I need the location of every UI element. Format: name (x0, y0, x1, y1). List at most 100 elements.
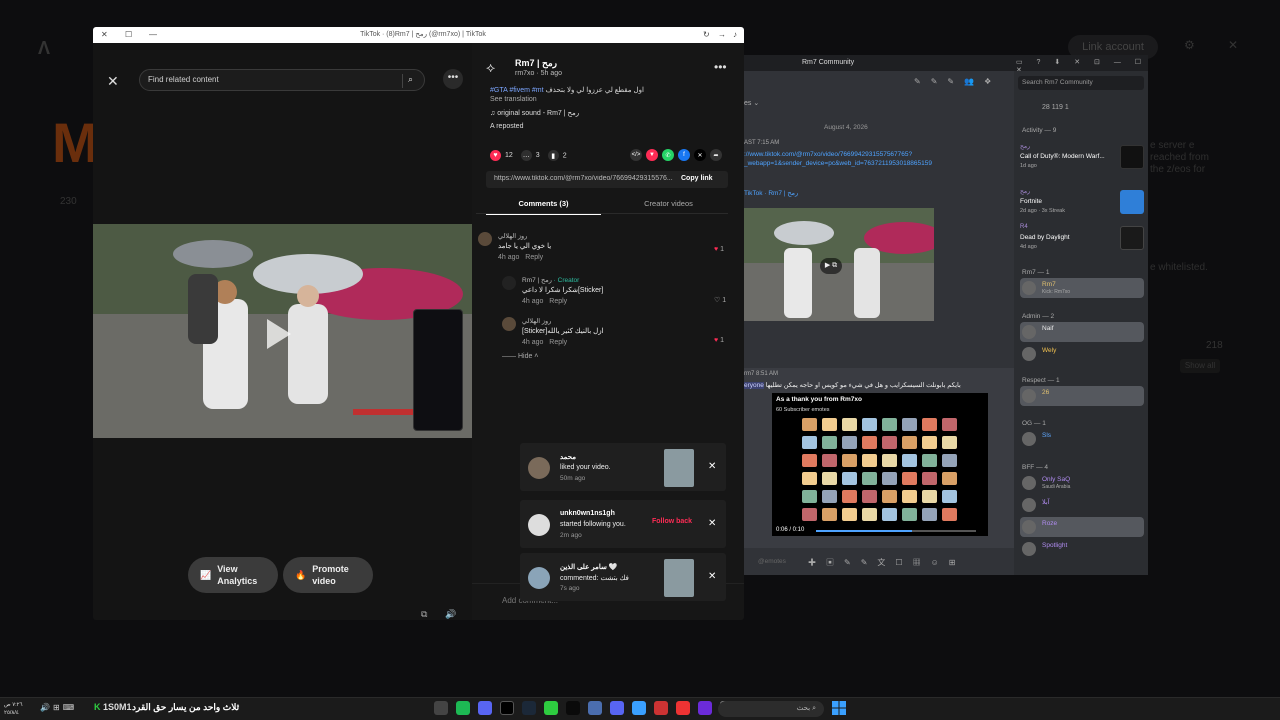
video-thumbnail[interactable] (664, 559, 694, 597)
close-icon[interactable]: ✕ (708, 518, 716, 529)
avatar[interactable] (502, 317, 516, 331)
comment-author[interactable]: روز الهلالي (498, 232, 527, 240)
news-widget[interactable]: ثلاث واحد من يسار حق القرد (132, 702, 239, 713)
chevron-down-icon[interactable]: es ⌄ (744, 99, 759, 107)
app-icon[interactable] (544, 701, 558, 715)
volume-icon[interactable]: 🔊 (445, 609, 456, 620)
tiktok-share-icon[interactable]: ▼ (646, 149, 658, 161)
see-translation-link[interactable]: See translation (490, 96, 537, 103)
member-item[interactable]: Only SaQ Saudi Arabia (1020, 473, 1144, 493)
message-link[interactable]: ://www.tiktok.com/@rm7xo/video/766994293… (744, 150, 994, 168)
like-button[interactable]: ♥ 12 (490, 150, 513, 161)
view-analytics-button[interactable]: 📈 View Analytics (188, 557, 278, 593)
comment-author[interactable]: روز الهلالي (522, 317, 551, 325)
tab-comments[interactable]: Comments (3) (486, 199, 601, 215)
sound-link[interactable]: ♫ original sound - Rm7 | رمح (490, 109, 579, 117)
whatsapp-icon[interactable]: ✆ (662, 149, 674, 161)
close-icon[interactable]: ✕ (107, 73, 119, 90)
windows-start-icon[interactable] (832, 701, 846, 715)
promote-video-button[interactable]: 🔥 Promote video (283, 557, 373, 593)
app-icon[interactable] (654, 701, 668, 715)
member-item[interactable]: Spotlight (1020, 539, 1144, 559)
minimize-icon[interactable]: — (149, 30, 157, 39)
activity-item[interactable]: رمح Fortnite 2d ago · 3x Streak (1020, 188, 1144, 228)
reply-button[interactable]: Reply (525, 254, 543, 261)
avatar[interactable] (502, 276, 516, 290)
system-tray-icons[interactable]: 🔊⊞⌨ (40, 703, 77, 712)
author-avatar-icon[interactable]: ⟡ (486, 59, 495, 76)
search-bar[interactable]: Find related content ⌕ (139, 69, 425, 91)
maximize-icon[interactable]: ☐ (125, 30, 132, 39)
embed-icon[interactable]: </> (630, 149, 642, 161)
save-button[interactable]: ▮ 2 (547, 150, 567, 161)
embed-title[interactable]: TikTok · Rm7 | رمح (744, 189, 798, 197)
ticker-widget[interactable]: K 1S0M1 (94, 702, 132, 712)
member-item[interactable]: Sls (1020, 429, 1144, 449)
app-icon[interactable] (610, 701, 624, 715)
embed-video[interactable]: ▶ ⧉ (744, 208, 934, 321)
app-icon[interactable] (456, 701, 470, 715)
x-icon[interactable]: ✕ (694, 149, 706, 161)
follow-back-button[interactable]: Follow back (652, 518, 692, 525)
activity-header[interactable]: Activity — 9 (1022, 127, 1056, 134)
app-icon[interactable] (566, 701, 580, 715)
member-item[interactable]: Roze (1020, 517, 1144, 537)
video-player[interactable] (93, 224, 472, 438)
member-item[interactable]: آبلا (1020, 495, 1144, 515)
close-icon[interactable]: ✕ (708, 571, 716, 582)
comment-like[interactable]: ♥ 1 (714, 246, 724, 253)
activity-item[interactable]: R4 Dead by Daylight 4d ago (1020, 224, 1144, 264)
tab-creator-videos[interactable]: Creator videos (611, 199, 726, 208)
app-icon[interactable] (588, 701, 602, 715)
comment-like[interactable]: ♡ 1 (714, 296, 726, 304)
member-item[interactable]: Rm7 Kick: Rm7xo (1020, 278, 1144, 298)
activity-item[interactable]: رمح Call of Duty®: Modern Warf... 1d ago (1020, 143, 1144, 183)
avatar[interactable] (478, 232, 492, 246)
more-options-icon[interactable]: ••• (714, 60, 727, 74)
caption-hashtags[interactable]: #GTA #fivem #mt (490, 87, 544, 94)
copy-link-button[interactable]: Copy link (681, 175, 713, 182)
tiktok-icon[interactable] (500, 701, 514, 715)
share-icon[interactable]: ➦ (710, 149, 722, 161)
app-icon[interactable] (698, 701, 712, 715)
more-options-icon[interactable]: ••• (443, 69, 463, 89)
attached-video[interactable]: As a thank you from Rm7xo 60 Subscriber … (772, 393, 988, 536)
comment-like[interactable]: ♥ 1 (714, 337, 724, 344)
reply-button[interactable]: Reply (549, 298, 567, 305)
taskbar-search[interactable]: بحث ⌕ (718, 701, 824, 717)
app-icon[interactable] (632, 701, 646, 715)
comment-author[interactable]: Rm7 | رمح · Creator (522, 276, 579, 284)
message-input[interactable]: @emotes (758, 558, 786, 565)
video-thumbnail[interactable] (664, 449, 694, 487)
mention-everyone[interactable]: eryone (744, 382, 764, 389)
search-input[interactable]: Search Rm7 Community (1018, 76, 1144, 90)
comment-button[interactable]: … 3 (520, 150, 540, 161)
notification-like[interactable]: محمد liked your video. 50m ago ✕ (520, 443, 726, 491)
play-icon[interactable]: ▶ ⧉ (820, 258, 842, 274)
discord-icon[interactable] (478, 701, 492, 715)
close-icon[interactable]: ✕ (708, 461, 716, 472)
video-progress-bar[interactable] (816, 530, 976, 532)
clock[interactable]: ٧:٢٦ ص ٢٥/٨/٤ (4, 701, 23, 717)
search-icon[interactable]: ⌕ (408, 74, 413, 85)
play-icon[interactable] (267, 319, 291, 349)
close-icon[interactable]: ✕ (1228, 38, 1238, 52)
forward-icon[interactable]: → (718, 30, 726, 39)
input-toolbar-icons[interactable]: ✚▣✎✎文☐▦☺⊞ (808, 557, 965, 568)
reload-icon[interactable]: ↻ (703, 30, 710, 39)
author-name[interactable]: Rm7 | رمح (515, 58, 557, 69)
pip-icon[interactable]: ⧉ (421, 609, 427, 620)
reply-button[interactable]: Reply (549, 339, 567, 346)
gear-icon[interactable]: ⚙ (1184, 38, 1195, 52)
member-item[interactable]: 26 (1020, 386, 1144, 406)
facebook-icon[interactable]: f (678, 149, 690, 161)
notification-comment[interactable]: سامر على الذين 🤍 commented: فك بتشت 7s a… (520, 553, 726, 601)
hide-replies-button[interactable]: —— Hide ˄ (502, 353, 538, 360)
notification-follow[interactable]: unkn0wn1ns1gh started following you. 2m … (520, 500, 726, 548)
steam-icon[interactable] (522, 701, 536, 715)
video-url[interactable]: https://www.tiktok.com/@rm7xo/video/7669… (494, 175, 674, 182)
taskview-icon[interactable] (434, 701, 448, 715)
brave-icon[interactable] (676, 701, 690, 715)
close-window-icon[interactable]: ✕ (101, 30, 108, 39)
member-item[interactable]: Wely (1020, 344, 1144, 364)
